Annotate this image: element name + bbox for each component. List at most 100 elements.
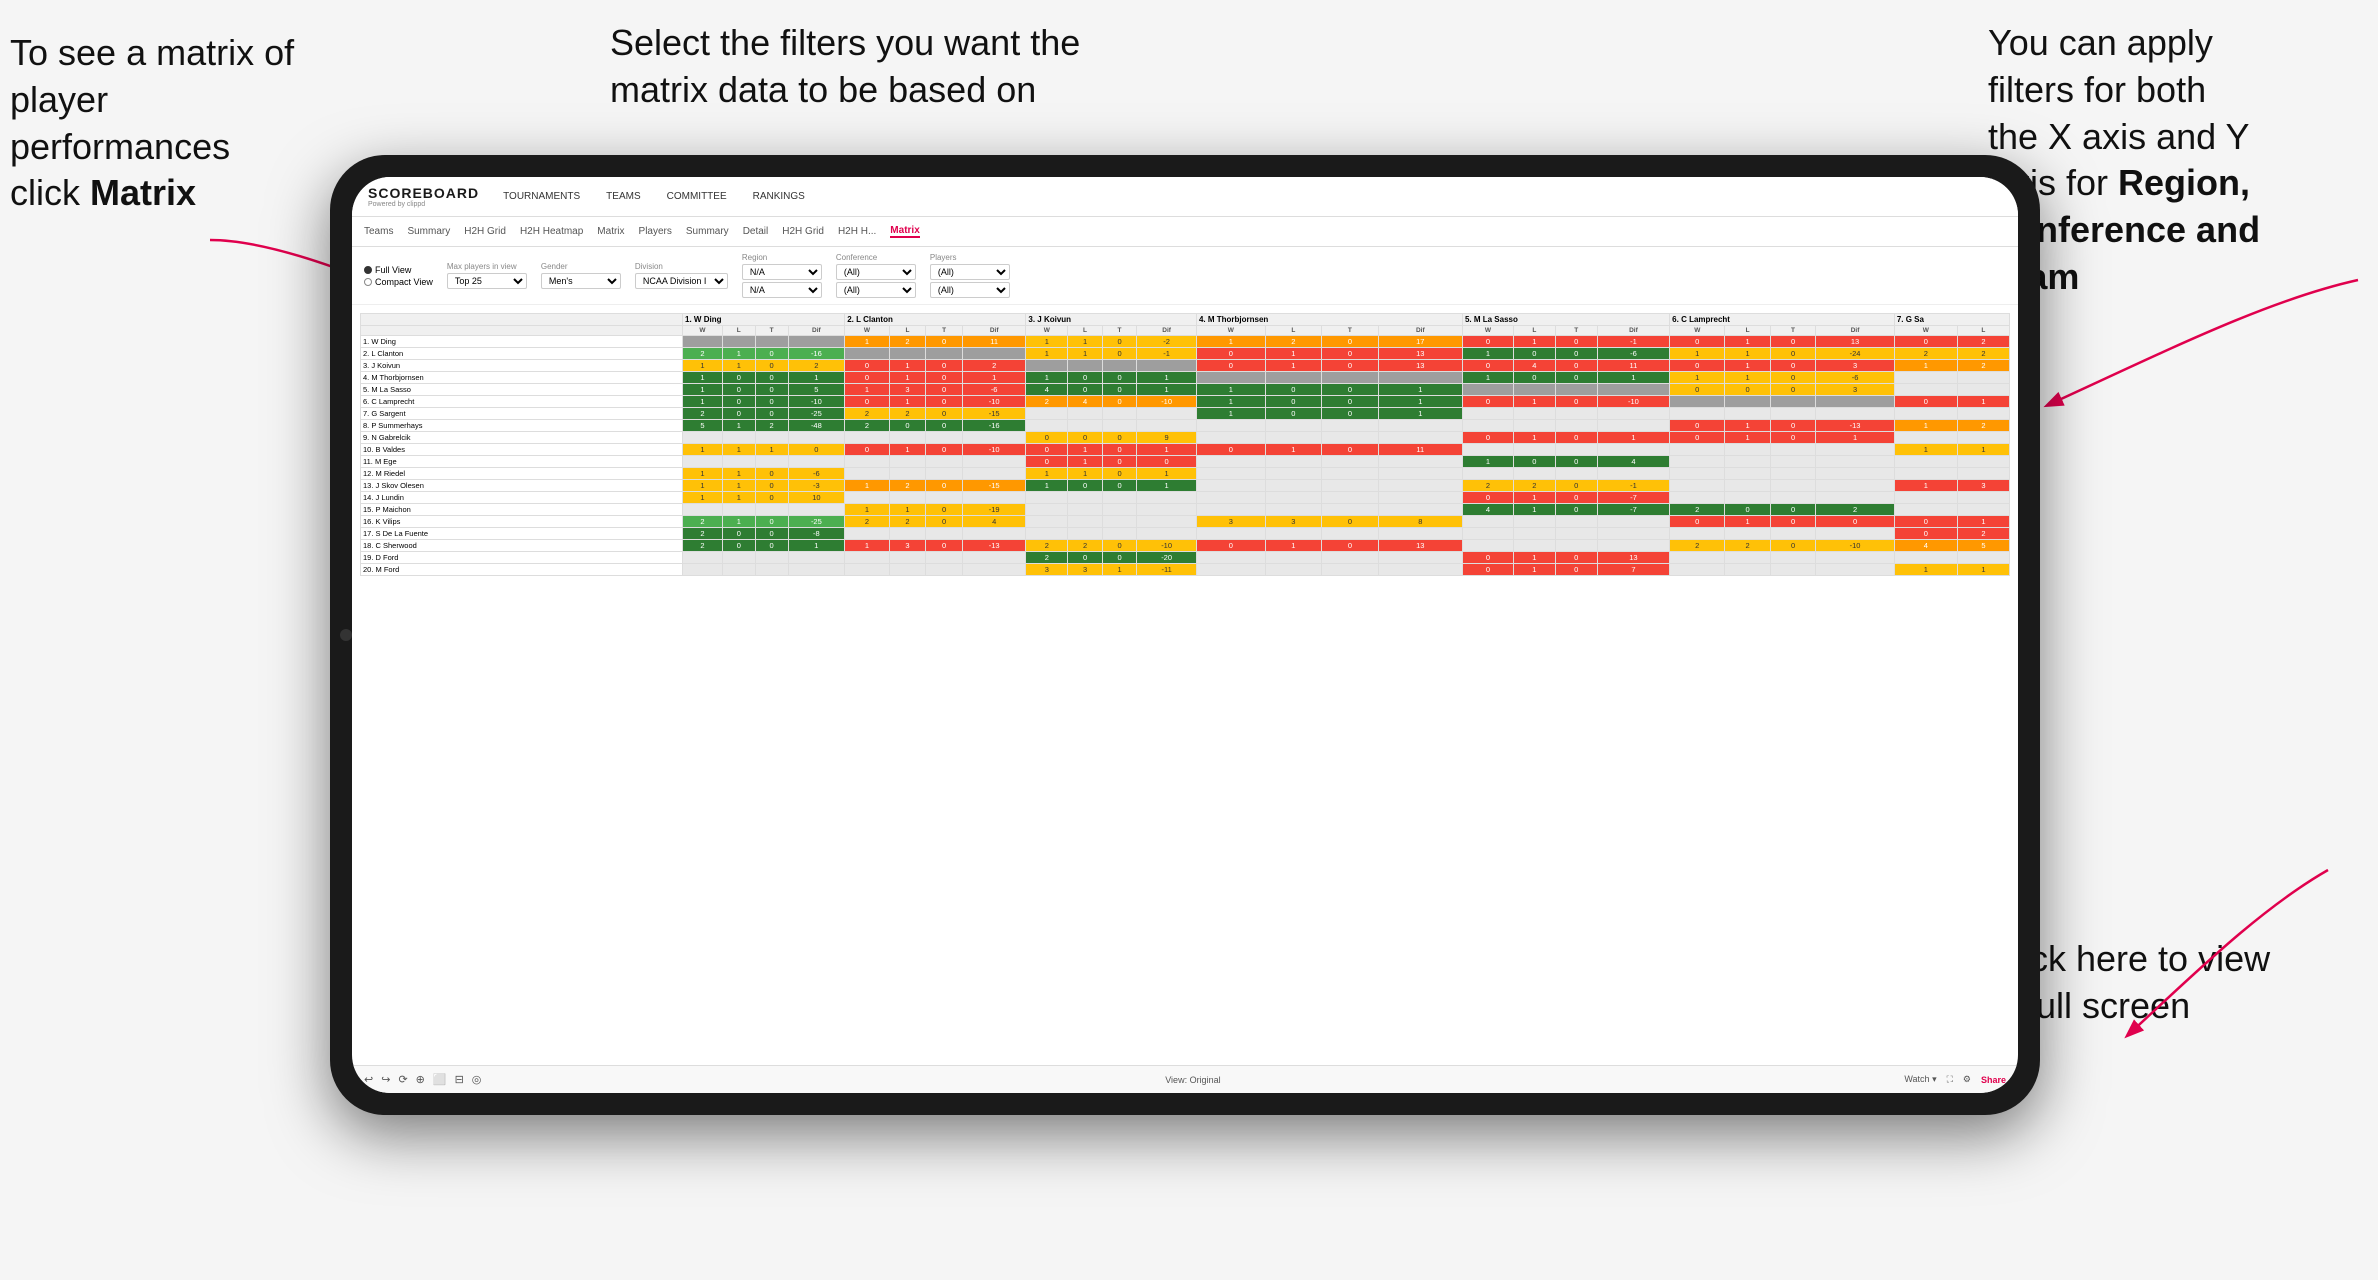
undo-icon[interactable]: ↩: [364, 1073, 373, 1086]
matrix-cell: [1137, 408, 1197, 420]
fullscreen-icon[interactable]: ⛶: [1947, 1074, 1953, 1085]
share-button[interactable]: Share: [1981, 1075, 2006, 1085]
matrix-cell: [1957, 492, 2009, 504]
matrix-cell: 5: [788, 384, 845, 396]
matrix-cell: [683, 504, 723, 516]
matrix-cell: [683, 552, 723, 564]
matrix-cell: [1462, 540, 1513, 552]
watch-button[interactable]: Watch ▾: [1904, 1074, 1936, 1085]
grid-icon[interactable]: ⬜: [433, 1073, 447, 1086]
matrix-cell: [1265, 420, 1322, 432]
matrix-cell: [1725, 456, 1770, 468]
nav-rankings[interactable]: RANKINGS: [749, 191, 809, 202]
matrix-cell: 1: [1513, 432, 1555, 444]
matrix-cell: 1: [1725, 348, 1770, 360]
settings-icon[interactable]: ⚙: [1963, 1074, 1971, 1085]
matrix-cell: [1555, 540, 1597, 552]
tab-summary[interactable]: Summary: [407, 226, 450, 237]
matrix-cell: 1: [1026, 468, 1068, 480]
matrix-cell: [755, 504, 788, 516]
nav-committee[interactable]: COMMITTEE: [663, 191, 731, 202]
logo-text: SCOREBOARD: [368, 185, 479, 201]
players-select2[interactable]: (All): [930, 282, 1010, 298]
matrix-cell: [1555, 528, 1597, 540]
matrix-cell: [722, 456, 755, 468]
sh-7-w: W: [1894, 326, 1957, 336]
conference-select1[interactable]: (All): [836, 264, 916, 280]
tab-teams[interactable]: Teams: [364, 226, 393, 237]
matrix-cell: 1: [1957, 444, 2009, 456]
matrix-cell: 1: [683, 396, 723, 408]
full-view-radio[interactable]: Full View: [364, 265, 433, 275]
matrix-cell: 2: [1725, 540, 1770, 552]
matrix-cell: [1265, 456, 1322, 468]
compact-view-radio[interactable]: Compact View: [364, 277, 433, 287]
refresh-icon[interactable]: ⟳: [398, 1073, 407, 1086]
matrix-cell: 1: [1026, 480, 1068, 492]
matrix-cell: 1: [845, 504, 890, 516]
matrix-cell: 0: [1322, 384, 1379, 396]
matrix-cell: 0: [1555, 372, 1597, 384]
ann-left-line1: To see a matrix of: [10, 32, 294, 73]
sh-2-t: T: [926, 326, 963, 336]
matrix-cell: 1: [1265, 348, 1322, 360]
matrix-cell: 0: [755, 348, 788, 360]
matrix-cell: [1957, 468, 2009, 480]
tab-matrix[interactable]: Matrix: [597, 226, 624, 237]
conference-select2[interactable]: (All): [836, 282, 916, 298]
matrix-cell: [1770, 552, 1815, 564]
matrix-cell: 2: [1957, 528, 2009, 540]
tab-h2h-grid[interactable]: H2H Grid: [464, 226, 506, 237]
sh-1-dif: Dif: [788, 326, 845, 336]
matrix-cell: 1: [1513, 504, 1555, 516]
matrix-cell: [722, 552, 755, 564]
minus-icon[interactable]: ⊟: [455, 1073, 464, 1086]
matrix-cell: [1322, 420, 1379, 432]
plus-icon[interactable]: ⊕: [416, 1073, 425, 1086]
nav-tournaments[interactable]: TOURNAMENTS: [499, 191, 584, 202]
matrix-cell: [1670, 408, 1725, 420]
matrix-cell: 1: [722, 348, 755, 360]
tab-h2h-heatmap[interactable]: H2H Heatmap: [520, 226, 583, 237]
matrix-cell: [1026, 528, 1068, 540]
matrix-cell: 2: [1957, 336, 2009, 348]
matrix-cell: 0: [1322, 396, 1379, 408]
tab-summary2[interactable]: Summary: [686, 226, 729, 237]
player-name: 8. P Summerhays: [361, 420, 683, 432]
matrix-cell: [1322, 552, 1379, 564]
matrix-cell: 0: [1322, 348, 1379, 360]
matrix-cell: [1670, 468, 1725, 480]
gender-select[interactable]: Men's: [541, 273, 621, 289]
matrix-cell: [1196, 492, 1265, 504]
matrix-cell: [1725, 492, 1770, 504]
tab-detail[interactable]: Detail: [743, 226, 769, 237]
ann-left-line2: player performances: [10, 79, 230, 167]
tab-matrix-active[interactable]: Matrix: [890, 225, 919, 238]
matrix-cell: 2: [889, 516, 926, 528]
region-select2[interactable]: N/A: [742, 282, 822, 298]
region-select1[interactable]: N/A: [742, 264, 822, 280]
max-players-select[interactable]: Top 25: [447, 273, 527, 289]
tab-h2h-grid2[interactable]: H2H Grid: [782, 226, 824, 237]
matrix-cell: 0: [1102, 540, 1136, 552]
circle-icon[interactable]: ◎: [472, 1073, 482, 1086]
matrix-cell: [1378, 420, 1462, 432]
tab-players[interactable]: Players: [639, 226, 672, 237]
table-row: 10. B Valdes1110010-1001010101111: [361, 444, 2010, 456]
nav-teams[interactable]: TEAMS: [602, 191, 644, 202]
matrix-cell: [755, 552, 788, 564]
matrix-cell: 7: [1597, 564, 1669, 576]
sh-5-t: T: [1555, 326, 1597, 336]
matrix-cell: 11: [1378, 444, 1462, 456]
players-select1[interactable]: (All): [930, 264, 1010, 280]
matrix-cell: [1026, 408, 1068, 420]
matrix-cell: [1196, 528, 1265, 540]
redo-icon[interactable]: ↪: [381, 1073, 390, 1086]
tab-h2h-h[interactable]: H2H H...: [838, 226, 876, 237]
sh-1-l: L: [722, 326, 755, 336]
matrix-cell: [1102, 408, 1136, 420]
division-select[interactable]: NCAA Division I: [635, 273, 728, 289]
matrix-cell: 1: [1957, 396, 2009, 408]
matrix-cell: [889, 348, 926, 360]
matrix-cell: [1137, 528, 1197, 540]
